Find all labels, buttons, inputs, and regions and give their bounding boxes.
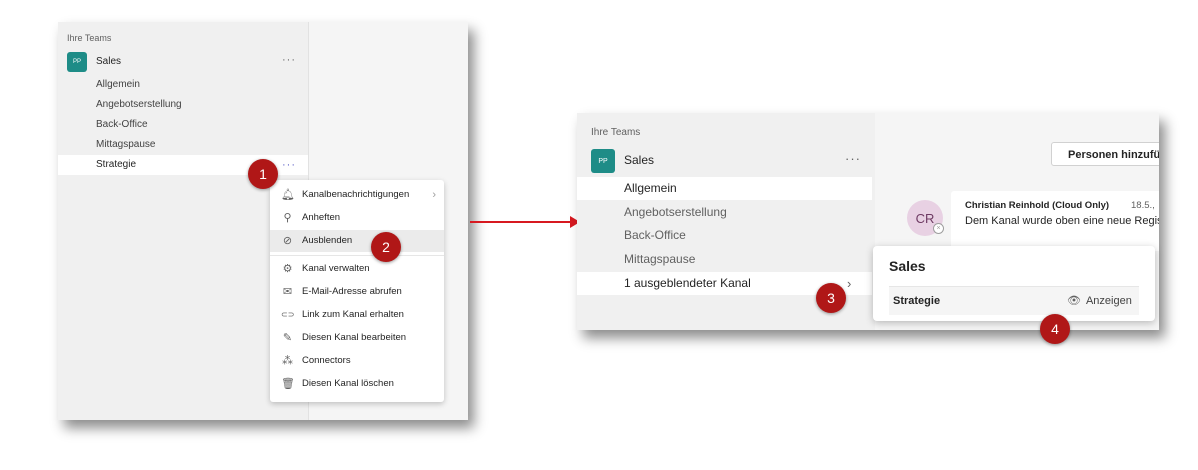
- menu-item-manage-channel[interactable]: ⚙ Kanal verwalten: [270, 258, 444, 280]
- message-card[interactable]: Christian Reinhold (Cloud Only) 18.5., D…: [951, 191, 1159, 251]
- menu-item-label: Anheften: [302, 212, 341, 223]
- channel-label: Allgemein: [96, 79, 140, 90]
- channel-item-mittagspause[interactable]: Mittagspause: [58, 135, 308, 155]
- menu-item-label: Kanalbenachrichtigungen: [302, 189, 410, 200]
- channel-more-options-icon[interactable]: ···: [282, 155, 296, 175]
- your-teams-heading: Ihre Teams: [67, 33, 112, 43]
- channel-label: Allgemein: [624, 181, 677, 195]
- menu-item-notifications[interactable]: 🔔︎ Kanalbenachrichtigungen ›: [270, 184, 444, 206]
- presence-status-icon: ×: [933, 223, 944, 234]
- channel-label: Back-Office: [624, 228, 686, 242]
- channel-label: Strategie: [96, 159, 137, 170]
- menu-item-label: Link zum Kanal erhalten: [302, 309, 404, 320]
- menu-item-edit-channel[interactable]: ✎ Diesen Kanal bearbeiten: [270, 327, 444, 349]
- team-name[interactable]: Sales: [624, 153, 654, 167]
- pencil-icon: ✎: [282, 332, 293, 344]
- link-icon: ⊂⊃: [281, 310, 295, 319]
- show-channel-button[interactable]: 👁︎ Anzeigen: [1067, 294, 1132, 307]
- team-more-options-icon[interactable]: ···: [845, 151, 861, 166]
- menu-item-label: Connectors: [302, 355, 351, 366]
- message-timestamp: 18.5.,: [1131, 200, 1155, 211]
- channel-item-allgemein[interactable]: Allgemein: [58, 75, 308, 95]
- channel-item-allgemein[interactable]: Allgemein: [577, 177, 872, 200]
- menu-item-get-email[interactable]: ✉ E-Mail-Adresse abrufen: [270, 281, 444, 303]
- pin-icon: ⚲: [283, 212, 292, 224]
- channel-label: 1 ausgeblendeter Kanal: [624, 276, 751, 290]
- channel-item-back-office[interactable]: Back-Office: [58, 115, 308, 135]
- step-marker-2: 2: [371, 232, 401, 262]
- channel-label: Angebotserstellung: [96, 99, 182, 110]
- channel-item-back-office[interactable]: Back-Office: [577, 224, 872, 247]
- transition-arrow: [470, 221, 572, 223]
- channel-label: Back-Office: [96, 119, 148, 130]
- gear-icon: ⚙: [282, 263, 293, 275]
- menu-item-delete-channel[interactable]: 🗑︎ Diesen Kanal löschen: [270, 373, 444, 395]
- bell-icon: 🔔︎: [281, 189, 295, 201]
- channel-item-angebotserstellung[interactable]: Angebotserstellung: [577, 201, 872, 224]
- channel-label: Angebotserstellung: [624, 205, 727, 219]
- team-name[interactable]: Sales: [96, 56, 121, 67]
- menu-item-hide[interactable]: ⊘ Ausblenden: [270, 230, 444, 252]
- team-avatar: PP: [67, 52, 87, 72]
- menu-item-label: Kanal verwalten: [302, 263, 370, 274]
- connectors-icon: ⁂: [282, 355, 293, 367]
- popup-team-title: Sales: [889, 258, 926, 274]
- hidden-channels-popup: Sales Strategie 👁︎ Anzeigen: [873, 246, 1155, 321]
- team-more-options-icon[interactable]: ···: [282, 54, 296, 66]
- eye-icon: 👁︎: [1067, 295, 1081, 307]
- chevron-right-icon: ›: [847, 276, 852, 291]
- your-teams-heading: Ihre Teams: [591, 127, 641, 138]
- step-marker-1: 1: [248, 159, 278, 189]
- left-teams-panel: Ihre Teams PP Sales ··· Allgemein Angebo…: [58, 22, 468, 420]
- hidden-channel-name: Strategie: [893, 295, 941, 307]
- menu-divider: [270, 255, 444, 256]
- menu-item-connectors[interactable]: ⁂ Connectors: [270, 350, 444, 372]
- menu-item-label: E-Mail-Adresse abrufen: [302, 286, 402, 297]
- team-avatar: PP: [591, 149, 615, 173]
- menu-item-label: Diesen Kanal löschen: [302, 378, 394, 389]
- message-text: Dem Kanal wurde oben eine neue Registerk…: [965, 215, 1159, 227]
- trash-icon: 🗑︎: [281, 378, 295, 390]
- step-marker-3: 3: [816, 283, 846, 313]
- right-teams-panel: Personen hinzufügen CR × Christian Reinh…: [577, 113, 1159, 330]
- channel-context-menu: 🔔︎ Kanalbenachrichtigungen › ⚲ Anheften …: [270, 180, 444, 402]
- channel-label: Mittagspause: [624, 252, 696, 266]
- show-label: Anzeigen: [1085, 295, 1132, 307]
- menu-item-label: Ausblenden: [302, 235, 353, 246]
- channel-item-mittagspause[interactable]: Mittagspause: [577, 248, 872, 271]
- menu-item-pin[interactable]: ⚲ Anheften: [270, 207, 444, 229]
- channel-label: Mittagspause: [96, 139, 156, 150]
- mail-icon: ✉: [282, 286, 293, 298]
- hidden-channel-row: Strategie 👁︎ Anzeigen: [889, 286, 1139, 315]
- eye-off-icon: ⊘: [282, 235, 293, 247]
- add-people-button[interactable]: Personen hinzufügen: [1051, 142, 1159, 166]
- menu-item-get-link[interactable]: ⊂⊃ Link zum Kanal erhalten: [270, 304, 444, 326]
- menu-item-label: Diesen Kanal bearbeiten: [302, 332, 407, 343]
- channel-item-angebotserstellung[interactable]: Angebotserstellung: [58, 95, 308, 115]
- step-marker-4: 4: [1040, 314, 1070, 344]
- chevron-right-icon: ›: [432, 189, 436, 201]
- message-author: Christian Reinhold (Cloud Only): [965, 200, 1110, 211]
